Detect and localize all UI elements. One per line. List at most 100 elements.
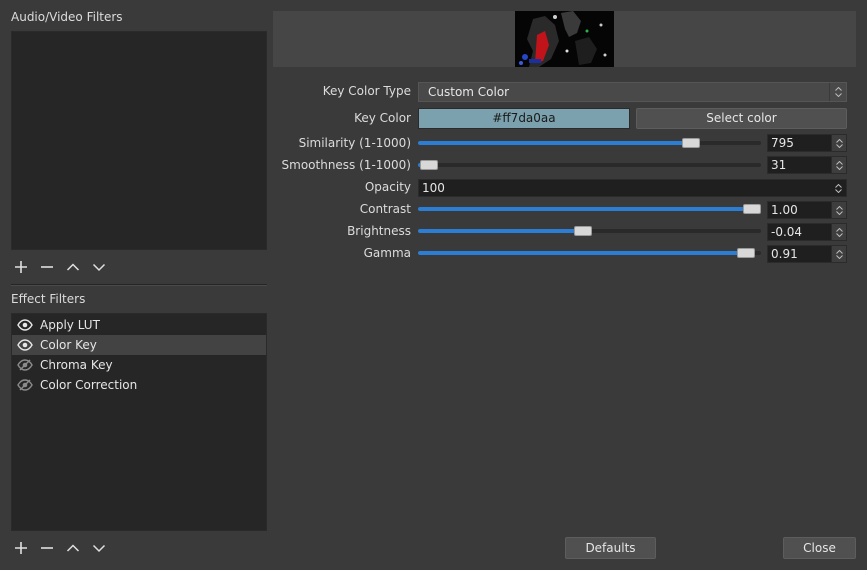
effect-item-label: Chroma Key (40, 358, 113, 372)
audio-video-filters-title: Audio/Video Filters (11, 10, 123, 24)
move-filter-down-button[interactable] (90, 258, 108, 276)
spin-arrows[interactable] (831, 157, 846, 173)
key-color-label: Key Color (354, 111, 411, 125)
similarity-label: Similarity (1-1000) (298, 136, 411, 150)
smoothness-slider[interactable] (418, 157, 761, 173)
minus-icon (41, 266, 53, 268)
remove-effect-button[interactable] (38, 539, 56, 557)
effect-item-label: Apply LUT (40, 318, 100, 332)
gamma-label: Gamma (363, 246, 411, 260)
effect-item-chroma-key[interactable]: Chroma Key (12, 355, 266, 375)
visibility-toggle[interactable] (17, 318, 35, 332)
select-color-button[interactable]: Select color (636, 108, 847, 129)
smoothness-spinbox[interactable]: 31 (767, 156, 847, 174)
effect-item-color-correction[interactable]: Color Correction (12, 375, 266, 395)
move-effect-up-button[interactable] (64, 539, 82, 557)
spin-arrows[interactable] (831, 202, 846, 218)
brightness-slider[interactable] (418, 223, 761, 239)
slider-handle[interactable] (573, 226, 592, 236)
similarity-spinbox[interactable]: 795 (767, 134, 847, 152)
audio-video-filters-toolbar (12, 258, 108, 276)
slider-fill (418, 229, 583, 233)
chevron-up-icon (835, 160, 843, 165)
slider-handle[interactable] (743, 204, 761, 214)
preview-thumbnail (515, 11, 614, 67)
slider-fill (418, 251, 746, 255)
chevron-up-icon (835, 227, 843, 232)
chevron-down-icon (835, 165, 843, 170)
chevron-up-icon (66, 263, 80, 271)
chevron-down-icon (92, 544, 106, 553)
chevron-up-icon (835, 205, 843, 210)
chevron-down-icon (835, 210, 843, 215)
defaults-button[interactable]: Defaults (565, 537, 656, 559)
chevron-down-icon (835, 188, 842, 193)
close-button[interactable]: Close (783, 537, 856, 559)
chevron-up-icon (835, 138, 843, 143)
key-color-type-label: Key Color Type (322, 84, 411, 98)
move-effect-down-button[interactable] (90, 539, 108, 557)
smoothness-value: 31 (771, 158, 787, 172)
effect-filters-list: Apply LUT Color Key Chroma Key Color Cor… (11, 313, 267, 531)
chevron-up-icon (835, 249, 843, 254)
eye-icon (17, 339, 33, 351)
chevron-up-icon (66, 544, 80, 552)
gamma-slider[interactable] (418, 245, 761, 261)
gamma-value: 0.91 (771, 247, 798, 261)
chevron-down-icon (835, 254, 843, 259)
combo-arrows (829, 83, 846, 101)
contrast-value: 1.00 (771, 203, 798, 217)
opacity-label: Opacity (364, 180, 411, 194)
spin-arrows[interactable] (831, 224, 846, 240)
opacity-spinbox[interactable]: 100 (418, 179, 847, 197)
visibility-toggle[interactable] (17, 358, 35, 372)
contrast-slider[interactable] (418, 201, 761, 217)
smoothness-label: Smoothness (1-1000) (281, 158, 411, 172)
plus-icon (15, 261, 27, 273)
effect-item-apply-lut[interactable]: Apply LUT (12, 315, 266, 335)
visibility-toggle[interactable] (17, 338, 35, 352)
similarity-slider[interactable] (418, 135, 761, 151)
visibility-toggle[interactable] (17, 378, 35, 392)
similarity-value: 795 (771, 136, 794, 150)
move-filter-up-button[interactable] (64, 258, 82, 276)
chevron-down-icon (835, 143, 843, 148)
spin-arrows[interactable] (831, 180, 846, 196)
eye-hidden-icon (17, 359, 33, 371)
key-color-type-select[interactable]: Custom Color (418, 82, 847, 102)
key-color-type-value: Custom Color (428, 85, 510, 99)
effect-filters-toolbar (12, 539, 108, 557)
remove-filter-button[interactable] (38, 258, 56, 276)
brightness-value: -0.04 (771, 225, 803, 239)
chevron-down-icon (834, 93, 842, 97)
contrast-spinbox[interactable]: 1.00 (767, 201, 847, 219)
opacity-value: 100 (422, 181, 445, 195)
plus-icon (15, 542, 27, 554)
slider-groove (418, 163, 761, 167)
audio-video-filters-list[interactable] (11, 31, 267, 250)
key-color-swatch[interactable]: #ff7da0aa (418, 108, 630, 129)
spin-arrows[interactable] (831, 135, 846, 151)
slider-handle[interactable] (419, 160, 438, 170)
gamma-spinbox[interactable]: 0.91 (767, 245, 847, 263)
eye-icon (17, 319, 33, 331)
chevron-up-icon (835, 183, 842, 188)
section-divider (11, 284, 267, 286)
preview-area (273, 11, 856, 67)
slider-fill (418, 207, 752, 211)
effect-item-color-key[interactable]: Color Key (12, 335, 266, 355)
spin-arrows[interactable] (831, 246, 846, 262)
brightness-spinbox[interactable]: -0.04 (767, 223, 847, 241)
chevron-up-icon (834, 87, 842, 91)
eye-hidden-icon (17, 379, 33, 391)
add-filter-button[interactable] (12, 258, 30, 276)
chevron-down-icon (92, 263, 106, 272)
slider-handle[interactable] (736, 248, 755, 258)
effect-item-label: Color Key (40, 338, 97, 352)
contrast-label: Contrast (359, 202, 411, 216)
effect-filters-title: Effect Filters (11, 292, 86, 306)
add-effect-button[interactable] (12, 539, 30, 557)
chevron-down-icon (835, 232, 843, 237)
minus-icon (41, 547, 53, 549)
slider-handle[interactable] (681, 138, 700, 148)
